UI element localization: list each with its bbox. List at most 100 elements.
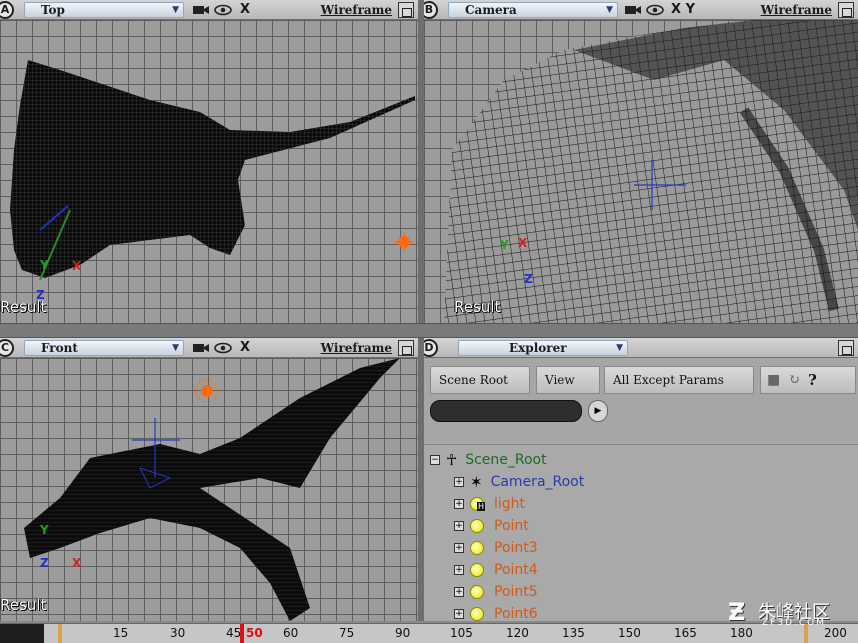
expand-icon[interactable]: + [454,499,464,509]
maximize-button[interactable] [398,339,414,356]
tree-item-light[interactable]: + Hlight [454,493,525,515]
scope-dropdown[interactable]: Scene Root [430,366,530,394]
wireframe-mode[interactable]: Wireframe [321,3,392,17]
camera-icon[interactable] [190,1,212,19]
viewport-a-header: A Top ▼ X Wireframe [0,0,418,20]
view-dropdown[interactable]: Explorer ▼ [458,339,628,356]
axis-z-label: Z [40,556,49,570]
expand-icon[interactable]: + [454,543,464,553]
close-icon[interactable]: X [234,339,256,357]
timeline-tick: 135 [562,626,585,640]
light-icon[interactable] [392,230,416,254]
xy-toggle[interactable]: X Y [666,1,700,19]
watermark: Ƶ 朱峰社区 ZF3D.COM [728,598,856,628]
search-options-button[interactable]: ▶ [588,400,608,422]
view-menu[interactable]: View [536,366,600,394]
filter-label: All Except Params [613,373,724,387]
timeline-end-frame: 200 [824,626,847,640]
maximize-button[interactable] [398,1,414,18]
viewport-letter[interactable]: D [424,338,438,357]
softimage-workspace: A Top ▼ X Wireframe Y X Z Result B Camera… [0,0,858,643]
timeline-tick: 90 [395,626,411,640]
bulb-icon [470,585,484,599]
view-label: Top [41,2,65,17]
axis-z-label: Z [524,272,533,286]
chevron-down-icon: ▼ [616,342,623,353]
chevron-down-icon: ▼ [606,4,613,15]
refresh-icon[interactable]: ↻ [788,372,800,388]
maximize-button[interactable] [838,339,854,356]
eye-icon[interactable] [212,1,234,19]
result-label: Result [0,298,47,316]
light-icon[interactable] [194,378,220,404]
maximize-button[interactable] [838,1,854,18]
viewport-letter[interactable]: B [424,0,438,19]
viewport-letter[interactable]: A [0,0,14,19]
viewport-letter[interactable]: C [0,338,14,357]
bulb-icon [470,519,484,533]
chevron-down-icon: ▼ [172,342,179,353]
vertical-splitter[interactable] [418,0,424,621]
timeline-start-marker[interactable] [58,624,62,643]
expand-icon[interactable]: + [454,521,464,531]
search-input[interactable] [430,400,582,422]
timeline-tick: 150 [618,626,641,640]
camera-icon[interactable] [622,1,644,19]
eye-icon[interactable] [644,1,666,19]
expand-icon[interactable]: + [454,587,464,597]
tree-item-label: Scene_Root [465,452,547,468]
tree-item-label: Point4 [494,562,538,578]
view-dropdown[interactable]: Front ▼ [24,339,184,356]
tree-item-camera-root[interactable]: + ✶ Camera_Root [454,471,584,493]
tree-item-label: light [494,496,526,512]
timeline-tick: 105 [450,626,473,640]
horizontal-splitter[interactable] [0,323,858,338]
filter-dropdown[interactable]: All Except Params [604,366,754,394]
bulb-icon [470,563,484,577]
timeline-tick: 15 [113,626,129,640]
viewport-c[interactable]: C Front ▼ X Wireframe Y X Z Result [0,338,418,621]
tree-item-label: Camera_Root [490,474,585,490]
view-label: Explorer [509,340,567,355]
expand-icon[interactable]: + [454,565,464,575]
result-label: Result [454,298,501,316]
timeline-tick: 120 [506,626,529,640]
collapse-icon[interactable]: − [430,455,440,465]
wireframe-mode[interactable]: Wireframe [761,3,832,17]
camera-icon[interactable] [190,339,212,357]
axis-x-label: X [72,259,82,273]
view-label: Front [41,340,78,355]
lock-icon[interactable]: ■ [767,372,780,388]
tree-item-scene-root[interactable]: − ☥ Scene_Root [430,449,547,471]
timeline-tick: 60 [283,626,299,640]
tree-item-point6[interactable]: + Point6 [454,603,538,621]
expand-icon[interactable]: + [454,477,464,487]
view-menu-label: View [545,373,575,387]
view-dropdown[interactable]: Top ▼ [24,1,184,18]
viewport-b[interactable]: B Camera ▼ X Y Wireframe Y X Z Result [424,0,858,323]
help-icon[interactable]: ? [808,371,817,389]
viewport-a[interactable]: A Top ▼ X Wireframe Y X Z Result [0,0,418,323]
tree-item-point5[interactable]: + Point5 [454,581,538,603]
playhead[interactable] [240,624,244,643]
wireframe-mode[interactable]: Wireframe [321,341,392,355]
tree-item-point3[interactable]: + Point3 [454,537,538,559]
viewport-d-header: D Explorer ▼ [424,338,858,358]
close-icon[interactable]: X [234,1,256,19]
view-dropdown[interactable]: Camera ▼ [448,1,618,18]
eye-icon[interactable] [212,339,234,357]
timeline-tick: 30 [170,626,186,640]
wireframe-mesh-camera [444,20,858,323]
expand-icon[interactable]: + [454,609,464,619]
axis-x-label: X [72,556,82,570]
timeline-start-box[interactable] [0,624,44,643]
scene-tree[interactable]: − ☥ Scene_Root + ✶ Camera_Root + Hlight + Poin… [424,444,858,621]
tree-item-label: Point3 [494,540,538,556]
tree-item-point[interactable]: + Point [454,515,529,537]
axis-y-label: Y [40,258,49,272]
bulb-icon [470,541,484,555]
timeline-tick: 75 [339,626,355,640]
tree-item-point4[interactable]: + Point4 [454,559,538,581]
tree-item-label: Point6 [494,606,538,621]
timeline[interactable]: 15 30 45 60 75 90 105 120 135 150 165 18… [0,623,858,643]
